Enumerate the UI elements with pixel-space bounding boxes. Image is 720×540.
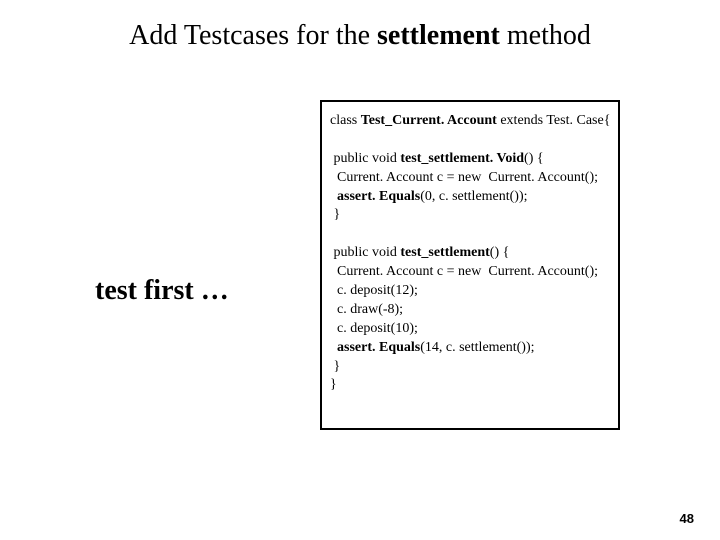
code-blank	[330, 131, 612, 150]
code-line: c. deposit(12);	[330, 282, 612, 301]
code-blank	[330, 225, 612, 244]
code-text	[330, 189, 337, 204]
page-number: 48	[680, 511, 694, 526]
code-bold: assert. Equals	[337, 189, 420, 204]
code-line: c. draw(-8);	[330, 301, 612, 320]
code-line: public void test_settlement() {	[330, 244, 612, 263]
code-bold: test_settlement	[400, 245, 489, 260]
code-line: }	[330, 376, 612, 395]
code-line: Current. Account c = new Current. Accoun…	[330, 263, 612, 282]
code-line: assert. Equals(14, c. settlement());	[330, 339, 612, 358]
subheading: test first …	[95, 275, 229, 307]
code-text: () {	[490, 245, 510, 260]
code-line: public void test_settlement. Void() {	[330, 150, 612, 169]
code-text: public void	[330, 151, 400, 166]
code-text: public void	[330, 245, 400, 260]
code-bold: test_settlement. Void	[400, 151, 524, 166]
code-line: }	[330, 358, 612, 377]
code-text: extends Test. Case{	[497, 113, 611, 128]
code-text: (14, c. settlement());	[420, 340, 534, 355]
title-pre: Add Testcases for the	[129, 20, 377, 51]
code-text: class	[330, 113, 361, 128]
code-line: assert. Equals(0, c. settlement());	[330, 188, 612, 207]
title-bold: settlement	[377, 20, 500, 51]
slide-title: Add Testcases for the settlement method	[0, 20, 720, 52]
code-bold: Test_Current. Account	[361, 113, 497, 128]
code-box: class Test_Current. Account extends Test…	[320, 100, 620, 430]
code-line: class Test_Current. Account extends Test…	[330, 112, 612, 131]
code-line: c. deposit(10);	[330, 320, 612, 339]
code-line: }	[330, 206, 612, 225]
subheading-text: test first …	[95, 275, 229, 306]
slide: Add Testcases for the settlement method …	[0, 0, 720, 540]
code-line: Current. Account c = new Current. Accoun…	[330, 169, 612, 188]
code-text: (0, c. settlement());	[420, 189, 527, 204]
code-bold: assert. Equals	[337, 340, 420, 355]
code-text: () {	[524, 151, 544, 166]
title-post: method	[500, 20, 591, 51]
code-text	[330, 340, 337, 355]
